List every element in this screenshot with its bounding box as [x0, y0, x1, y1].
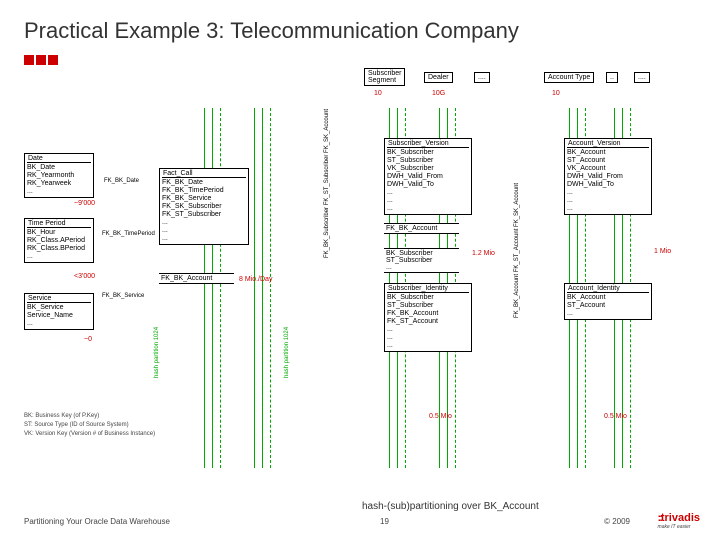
rel-label: FK_BK_Date — [104, 178, 139, 184]
entity-subscriber-segment: Subscriber Segment — [364, 68, 405, 86]
entity-fields: BK_Subscriber ST_Subscriber FK_BK_Accoun… — [387, 294, 469, 350]
count: 8 Mio./Day — [239, 276, 272, 283]
entity-timeperiod: Time Period BK_Hour RK_Class.APeriod RK_… — [24, 218, 94, 263]
entity-dots: .... — [634, 72, 650, 83]
count: 0.5 Mio — [429, 413, 452, 420]
rotated-hash: hash partition 1024 — [284, 327, 290, 378]
count: ~9'000 — [74, 200, 95, 207]
entity-fields: BK_Date RK_Yearmonth RK_Yearweek ... — [27, 164, 91, 196]
count: 10 — [374, 90, 382, 97]
rel-label: FK_BK_TimePeriod — [102, 231, 155, 237]
partition-line — [212, 108, 213, 468]
entity-fields: BK_Subscriber ST_Subscriber VK_Subscribe… — [387, 149, 469, 213]
count: ~0 — [84, 336, 92, 343]
rotated-fk: FK_BK_Account FK_ST_Account FK_SK_Accoun… — [514, 183, 520, 318]
logo-text: trivadis — [661, 512, 700, 524]
entity-account-type: Account Type — [544, 72, 594, 83]
entity-label: Date — [27, 155, 91, 163]
entity-account-version: Account_Version BK_Account ST_Account VK… — [564, 138, 652, 215]
entity-fact-call: Fact_Call FK_BK_Date FK_BK_TimePeriod FK… — [159, 168, 249, 245]
entity-subscriber-version: Subscriber_Version BK_Subscriber ST_Subs… — [384, 138, 472, 215]
count: 10 — [552, 90, 560, 97]
logo-tag: make IT easier — [658, 524, 700, 530]
entity-date: Date BK_Date RK_Yearmonth RK_Yearweek ..… — [24, 153, 94, 198]
count: 0.5 Mio — [604, 413, 627, 420]
entity-fields: BK_Service Service_Name ... — [27, 304, 91, 328]
count: <3'000 — [74, 273, 95, 280]
partition-line — [262, 108, 263, 468]
footer-page: 19 — [380, 517, 389, 526]
entity-label: Subscriber_Identity — [387, 285, 469, 293]
entity-label: Time Period — [27, 220, 91, 228]
entity-label: Account_Version — [567, 140, 649, 148]
legend-bk: BK: Business Key (of P.Key) — [24, 413, 99, 419]
entity-subscriber-identity: Subscriber_Identity BK_Subscriber ST_Sub… — [384, 283, 472, 352]
fk-account: FK_BK_Account — [384, 223, 459, 234]
subscriber-id-top: BK_Subscriber ST_Subscriber ... — [384, 248, 459, 273]
entity-label: Service — [27, 295, 91, 303]
entity-fields: FK_BK_Date FK_BK_TimePeriod FK_BK_Servic… — [162, 179, 246, 243]
rotated-fk: FK_BK_Subscriber FK_ST_Subscriber FK_SK_… — [324, 109, 330, 258]
entity-fields: BK_Account ST_Account ... — [567, 294, 649, 318]
slide-title: Practical Example 3: Telecommunication C… — [0, 0, 720, 48]
rotated-hash: hash partition 1024 — [154, 327, 160, 378]
footer-caption: hash-(sub)partitioning over BK_Account — [362, 501, 539, 512]
entity-label: Account_Identity — [567, 285, 649, 293]
entity-account-identity: Account_Identity BK_Account ST_Account .… — [564, 283, 652, 320]
entity-service: Service BK_Service Service_Name ... — [24, 293, 94, 330]
entity-dots: .... — [474, 72, 490, 83]
partition-line — [270, 108, 271, 468]
legend-vk: VK: Version Key (Version # of Business I… — [24, 431, 155, 437]
entity-fields: BK_Account ST_Account VK_Account DWH_Val… — [567, 149, 649, 213]
fk-account: FK_BK_Account — [159, 273, 234, 284]
partition-line — [254, 108, 255, 468]
rel-label: FK_BK_Service — [102, 293, 144, 299]
partition-line — [204, 108, 205, 468]
entity-label: Subscriber_Version — [387, 140, 469, 148]
entity-dealer: Dealer — [424, 72, 453, 83]
count: 1 Mio — [654, 248, 671, 255]
footer-copy: © 2009 — [604, 517, 630, 526]
trivadis-logo: ::trivadis make IT easier — [658, 512, 700, 530]
count: 10G — [432, 90, 445, 97]
partition-line — [220, 108, 221, 468]
legend-st: ST: Source Type (ID of Source System) — [24, 422, 129, 428]
entity-dots: .. — [606, 72, 618, 83]
er-diagram: Subscriber Segment Dealer .... Account T… — [24, 68, 696, 488]
count: 1.2 Mio — [472, 250, 495, 257]
entity-fields: BK_Hour RK_Class.APeriod RK_Class.BPerio… — [27, 229, 91, 261]
footer-left: Partitioning Your Oracle Data Warehouse — [24, 517, 170, 526]
entity-label: Fact_Call — [162, 170, 246, 178]
